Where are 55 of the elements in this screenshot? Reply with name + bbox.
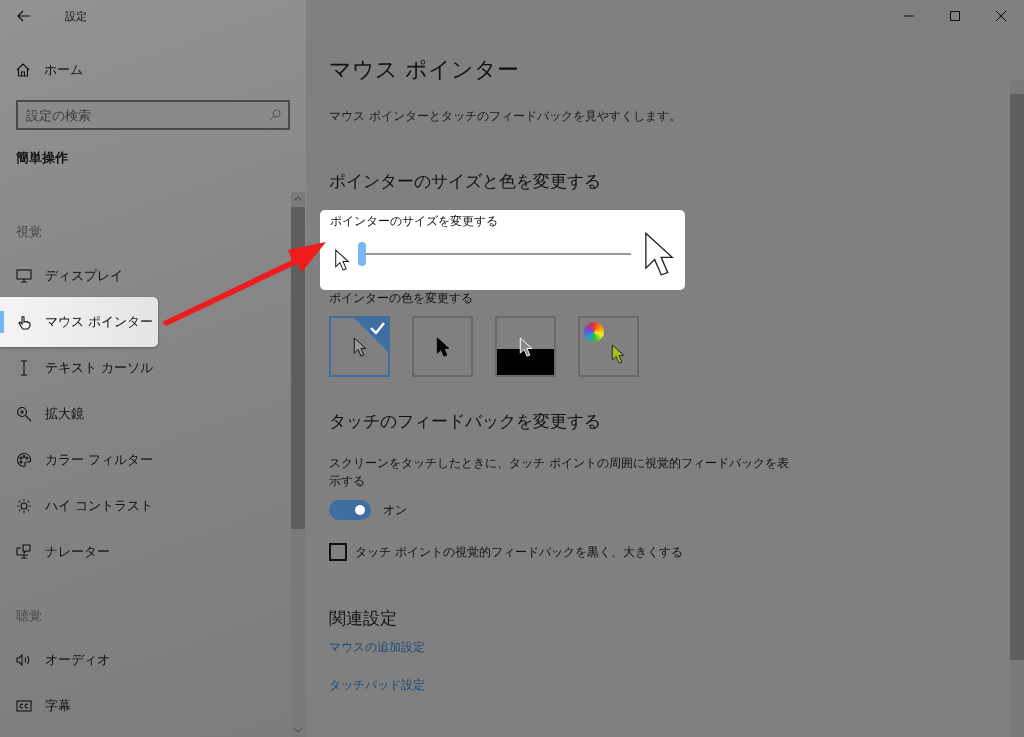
scroll-down-icon[interactable] [294, 728, 302, 733]
slider-thumb[interactable] [358, 242, 366, 266]
pointer-icon [352, 336, 367, 357]
palette-icon [16, 452, 32, 468]
scroll-up-icon[interactable] [294, 196, 302, 201]
section-heading: 関連設定 [329, 607, 397, 630]
large-pointer-icon [643, 231, 675, 277]
page-title: マウス ポインター [329, 56, 519, 84]
section-heading: ポインターのサイズと色を変更する [329, 170, 601, 193]
sidebar-item[interactable]: ハイ コントラスト [0, 483, 158, 529]
small-pointer-icon [334, 249, 350, 271]
sidebar-item[interactable]: ディスプレイ [0, 253, 158, 299]
sidebar-item[interactable]: カラー フィルター [0, 437, 158, 483]
category-title: 簡単操作 [16, 149, 69, 167]
setting-description: スクリーンをタッチしたときに、タッチ ポイントの周囲に視覚的フィードバックを表示する [329, 455, 789, 490]
slider-label: ポインターのサイズを変更する [330, 213, 499, 229]
pointer-icon [518, 336, 533, 357]
section-heading: 視覚 [16, 223, 43, 241]
section-heading: タッチのフィードバックを変更する [329, 410, 601, 433]
sidebar-item[interactable]: マウス ポインター [0, 297, 158, 347]
sidebar-item[interactable]: ナレーター [0, 529, 158, 575]
sidebar-item[interactable]: 字幕 [0, 683, 158, 729]
narrator-icon [16, 544, 32, 560]
color-wheel-icon [584, 322, 604, 342]
color-option[interactable] [412, 316, 473, 377]
home-link[interactable]: ホーム [0, 50, 83, 90]
back-arrow-icon[interactable] [17, 10, 31, 22]
maximize-icon [950, 11, 960, 21]
checkbox-label: タッチ ポイントの視覚的フィードバックを黒く、大きくする [355, 543, 683, 561]
page-description: マウス ポインターとタッチのフィードバックを見やすくします。 [329, 108, 681, 125]
close-icon [996, 11, 1006, 21]
color-option[interactable] [329, 316, 390, 377]
captions-icon [16, 698, 32, 714]
pointer-icon [435, 336, 450, 357]
color-option[interactable] [495, 316, 556, 377]
toggle-label: オン [383, 501, 407, 519]
search-field[interactable]: 設定の検索 [16, 100, 290, 130]
toggle-switch[interactable] [329, 500, 371, 520]
hand-pointer-icon [16, 314, 32, 330]
sidebar-item[interactable]: テキスト カーソル [0, 345, 158, 391]
pointer-icon [610, 343, 625, 364]
sidebar-item[interactable]: オーディオ [0, 637, 158, 683]
magnifier-icon [16, 406, 32, 422]
color-label: ポインターの色を変更する [329, 290, 473, 306]
checkbox[interactable] [329, 543, 347, 561]
home-icon [16, 63, 30, 77]
sun-icon [16, 498, 32, 514]
search-icon [269, 109, 281, 121]
monitor-icon [16, 268, 32, 284]
color-option[interactable] [578, 316, 639, 377]
window-title: 設定 [65, 8, 87, 24]
sidebar-item[interactable]: 拡大鏡 [0, 391, 158, 437]
speaker-icon [16, 652, 32, 668]
scrollbar-thumb[interactable] [291, 207, 305, 529]
checkmark-icon [354, 318, 388, 352]
